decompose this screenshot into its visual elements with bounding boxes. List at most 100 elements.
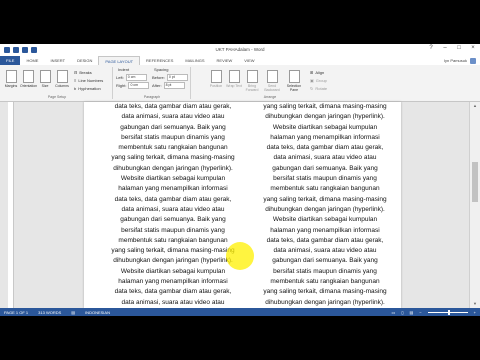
document-workspace: data teks, data gambar diam atau gerak, d… xyxy=(0,102,480,316)
text-line: Website diartikan sebagai kumpulan xyxy=(120,267,226,275)
minimize-icon[interactable]: – xyxy=(440,45,450,51)
word-count[interactable]: 313 WORDS xyxy=(38,310,61,315)
video-letterbox-top xyxy=(0,0,480,44)
help-icon[interactable]: ? xyxy=(426,45,436,51)
window-controls: ? – □ × xyxy=(426,45,478,51)
text-line: yang saling terkait, dimana masing-masin… xyxy=(263,288,387,296)
selection-pane-icon xyxy=(288,70,300,83)
page-setup-group-label: Page Setup xyxy=(47,95,67,99)
text-line: data animasi, suara atau video atau xyxy=(273,247,377,255)
orientation-button[interactable]: Orientation xyxy=(20,70,37,88)
text-line: dihubungkan dengan jaringan (hyperlink). xyxy=(265,205,385,213)
maximize-icon[interactable]: □ xyxy=(454,45,464,51)
text-line: dihubungkan dengan jaringan (hyperlink). xyxy=(113,164,233,172)
tab-insert[interactable]: INSERT xyxy=(44,56,71,65)
close-icon[interactable]: × xyxy=(468,45,478,51)
text-line: gabungan dari semuanya. Baik yang xyxy=(120,123,226,131)
text-line: halaman yang menampilkan informasi xyxy=(118,278,228,286)
bring-forward-icon xyxy=(246,70,258,83)
web-layout-icon[interactable]: ▤ xyxy=(410,310,414,315)
rotate-button[interactable]: ↻ Rotate xyxy=(310,86,327,91)
text-line: data teks, data gambar diam atau gerak, xyxy=(114,103,232,110)
margins-button[interactable]: Margins xyxy=(3,70,19,88)
send-backward-icon xyxy=(266,70,278,83)
position-button[interactable]: Position xyxy=(208,70,224,88)
text-line: data animasi, suara atau video atau xyxy=(121,113,225,121)
arrange-group-label: Arrange xyxy=(263,95,277,99)
cursor-highlight xyxy=(226,242,254,270)
zoom-slider[interactable] xyxy=(427,309,468,315)
zoom-in-icon[interactable]: + xyxy=(474,310,476,315)
user-account[interactable]: Iyn Pamusuk xyxy=(444,56,480,65)
text-line: yang saling terkait, dimana masing-masin… xyxy=(263,195,387,203)
paragraph-group-label: Paragraph xyxy=(143,95,161,99)
spacing-before-field[interactable]: 0 pt xyxy=(166,74,188,81)
language-indicator[interactable]: INDONESIAN xyxy=(85,310,110,315)
selection-pane-button[interactable]: Selection Pane xyxy=(286,70,302,92)
word-window: UKT PAHAdalam - Word ? – □ × FILE HOME INS… xyxy=(0,44,480,316)
text-line: gabungan dari semuanya. Baik yang xyxy=(120,216,226,224)
tab-review[interactable]: REVIEW xyxy=(211,56,239,65)
breaks-icon: ⊟ xyxy=(74,70,78,75)
size-button[interactable]: Size xyxy=(37,70,53,88)
status-bar: PAGE 1 OF 1 313 WORDS ▤ INDONESIAN ▭ ▯ ▤… xyxy=(0,308,480,316)
spacing-after-field[interactable]: 8 pt xyxy=(163,82,185,89)
align-button[interactable]: ⊞ Align xyxy=(310,70,324,75)
document-page[interactable]: data teks, data gambar diam atau gerak, d… xyxy=(84,102,401,316)
zoom-out-icon[interactable]: − xyxy=(419,310,421,315)
send-backward-button[interactable]: Send Backward xyxy=(264,70,280,92)
text-line: gabungan dari semuanya. Baik yang xyxy=(272,164,378,172)
spacing-label: Spacing xyxy=(154,67,169,72)
tab-home[interactable]: HOME xyxy=(20,56,44,65)
text-line: data teks, data gambar diam atau gerak, xyxy=(266,144,384,152)
indent-label: Indent xyxy=(118,67,130,72)
line-numbers-button[interactable]: ≡ Line Numbers xyxy=(74,78,103,83)
right-text-column[interactable]: yang saling terkait, dimana masing-masin… xyxy=(250,102,400,308)
indent-left-field[interactable]: 0 cm xyxy=(125,74,147,81)
scroll-up-icon[interactable]: ▲ xyxy=(471,103,479,109)
view-controls: ▭ ▯ ▤ − + xyxy=(392,309,480,315)
tab-view[interactable]: VIEW xyxy=(238,56,260,65)
left-text-column[interactable]: data teks, data gambar diam atau gerak, d… xyxy=(98,102,248,316)
tab-page-layout[interactable]: PAGE LAYOUT xyxy=(98,56,141,65)
scroll-down-icon[interactable]: ▼ xyxy=(471,301,479,307)
breaks-button[interactable]: ⊟ Breaks xyxy=(74,70,92,75)
vertical-scrollbar[interactable]: ▲ ▼ xyxy=(469,102,480,308)
text-line: bersifat statis maupun dinamis yang xyxy=(121,133,225,141)
size-icon xyxy=(39,70,51,83)
columns-icon xyxy=(56,70,68,83)
columns-button[interactable]: Columns xyxy=(54,70,70,88)
group-button[interactable]: ▣ Group xyxy=(310,78,327,83)
text-line: data teks, data gambar diam atau gerak, xyxy=(114,195,232,203)
text-line: dihubungkan dengan jaringan (hyperlink). xyxy=(265,113,385,121)
margins-icon xyxy=(5,70,17,83)
text-line: membentuk satu rangkaian bangunan xyxy=(270,185,380,193)
user-name: Iyn Pamusuk xyxy=(443,58,467,63)
text-line: data animasi, suara atau video atau xyxy=(121,298,225,306)
tab-mailings[interactable]: MAILINGS xyxy=(179,56,210,65)
text-line: Website diartikan sebagai kumpulan xyxy=(272,123,378,131)
line-numbers-icon: ≡ xyxy=(74,78,77,83)
zoom-slider-thumb[interactable] xyxy=(447,309,450,315)
text-line: Website diartikan sebagai kumpulan xyxy=(120,175,226,183)
print-layout-icon[interactable]: ▯ xyxy=(401,310,403,315)
hyphenation-button[interactable]: b Hyphenation xyxy=(74,86,101,91)
tab-design[interactable]: DESIGN xyxy=(71,56,98,65)
read-mode-icon[interactable]: ▭ xyxy=(392,310,396,315)
indent-right-field[interactable]: 0 cm xyxy=(128,82,150,89)
page-count[interactable]: PAGE 1 OF 1 xyxy=(4,310,28,315)
text-line: yang saling terkait, dimana masing-masin… xyxy=(111,154,235,162)
scrollbar-thumb[interactable] xyxy=(472,162,478,202)
bring-forward-button[interactable]: Bring Forward xyxy=(244,70,260,92)
wrap-text-button[interactable]: Wrap Text xyxy=(226,70,242,88)
window-title: UKT PAHAdalam - Word xyxy=(215,47,265,52)
spacing-before-label: Before: xyxy=(152,75,165,80)
align-icon: ⊞ xyxy=(310,70,314,75)
page-setup-group: Margins Orientation Size Columns ⊟ Breaks… xyxy=(2,67,113,99)
text-line: bersifat statis maupun dinamis yang xyxy=(273,267,377,275)
tab-file[interactable]: FILE xyxy=(0,56,21,65)
text-line: membentuk satu rangkaian bangunan xyxy=(270,278,380,286)
proofing-icon[interactable]: ▤ xyxy=(71,310,75,315)
text-line: bersifat statis maupun dinamis yang xyxy=(121,226,225,234)
tab-references[interactable]: REFERENCES xyxy=(140,56,179,65)
